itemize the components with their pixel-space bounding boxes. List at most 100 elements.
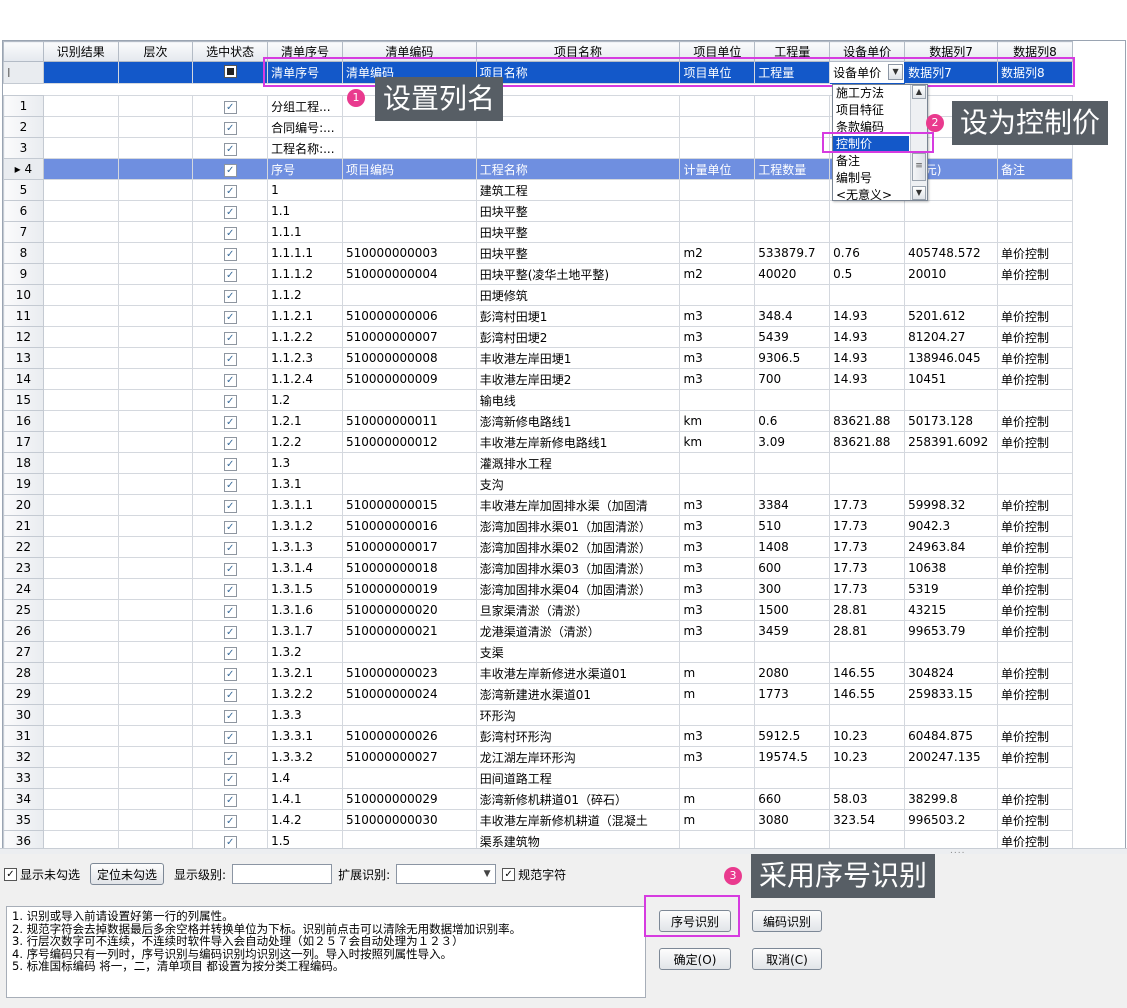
row-checkbox[interactable]: ✓ — [192, 809, 269, 831]
table-row[interactable]: 22 ✓ 1.3.1.3 510000000017 澎湾加固排水渠02（加固清淤） m3 1… — [3, 536, 1125, 558]
cell-col8[interactable]: 单价控制 — [997, 746, 1073, 768]
cell-unit[interactable]: m3 — [679, 326, 756, 348]
cell-seq[interactable]: 1.3.3 — [267, 704, 344, 726]
checkmark-icon[interactable]: ✓ — [223, 772, 237, 786]
cell-code[interactable]: 510000000006 — [342, 305, 477, 327]
cell-col7[interactable] — [904, 473, 999, 495]
cell-qty[interactable]: 19574.5 — [754, 746, 831, 768]
row-checkbox[interactable]: ✓ — [192, 347, 269, 369]
cell-unit[interactable]: m3 — [679, 494, 756, 516]
cell-unit[interactable]: m3 — [679, 620, 756, 642]
row-number[interactable]: 32 — [3, 746, 44, 768]
cell-col7[interactable]: 5201.612 — [904, 305, 999, 327]
cell-qty[interactable]: 533879.7 — [754, 242, 831, 264]
row-number[interactable]: 16 — [3, 410, 44, 432]
dropdown-option[interactable]: <无意义> — [833, 187, 909, 204]
col-header[interactable]: 清单序号 — [267, 41, 344, 62]
row-checkbox[interactable]: ✓ — [192, 95, 269, 117]
cell-seq[interactable]: 1.1.1.1 — [267, 242, 344, 264]
cell-level[interactable] — [117, 767, 194, 789]
row-number[interactable]: 6 — [3, 200, 44, 222]
row-number[interactable]: 33 — [3, 767, 44, 789]
row-number[interactable]: 34 — [3, 788, 44, 810]
mapping-cell[interactable]: 数据列8 — [997, 61, 1073, 84]
cell-col8[interactable] — [997, 473, 1073, 495]
cell-qty[interactable]: 1408 — [754, 536, 831, 558]
table-row[interactable]: 17 ✓ 1.2.2 510000000012 丰收港左岸新修电路线1 km 3.09 836… — [3, 431, 1125, 453]
table-row[interactable]: 19 ✓ 1.3.1 支沟 — [3, 473, 1125, 495]
cell-col7[interactable]: 259833.15 — [904, 683, 999, 705]
checkmark-icon[interactable]: ✓ — [223, 436, 237, 450]
cell-seq[interactable]: 1.1.2 — [267, 284, 344, 306]
cell-name[interactable]: 澎湾新建进水渠道01 — [475, 683, 681, 705]
cell-price[interactable]: 28.81 — [829, 620, 906, 642]
cell-qty[interactable] — [754, 473, 831, 495]
row-checkbox[interactable]: ✓ — [192, 788, 269, 810]
dropdown-option[interactable]: 施工方法 — [833, 85, 909, 102]
cell-code[interactable]: 510000000024 — [342, 683, 477, 705]
cell-col8[interactable]: 单价控制 — [997, 326, 1073, 348]
row-checkbox[interactable]: ✓ — [192, 284, 269, 306]
cell-level[interactable] — [117, 389, 194, 411]
cell-seq[interactable]: 1.1.2.3 — [267, 347, 344, 369]
cell-level[interactable] — [117, 452, 194, 474]
cell-price[interactable]: 10.23 — [829, 746, 906, 768]
cell-name[interactable]: 彭湾村田埂1 — [475, 305, 681, 327]
cell-result[interactable] — [42, 263, 119, 285]
cell-result[interactable] — [42, 767, 119, 789]
cell-col8[interactable]: 单价控制 — [997, 431, 1073, 453]
cell-name[interactable] — [475, 137, 681, 159]
cell-name[interactable]: 建筑工程 — [475, 179, 681, 201]
cell-code[interactable]: 510000000018 — [342, 557, 477, 579]
cell-col8[interactable] — [997, 179, 1073, 201]
cell-result[interactable] — [42, 368, 119, 390]
cell-result[interactable] — [42, 452, 119, 474]
row-checkbox[interactable]: ✓ — [192, 242, 269, 264]
cell-col8[interactable] — [997, 284, 1073, 306]
checkmark-icon[interactable]: ✓ — [223, 268, 237, 282]
row-number[interactable]: 9 — [3, 263, 44, 285]
cell-col8[interactable] — [997, 641, 1073, 663]
checkmark-icon[interactable]: ✓ — [223, 205, 237, 219]
cell-level[interactable] — [117, 431, 194, 453]
cell-code[interactable] — [342, 473, 477, 495]
cell-unit[interactable]: m3 — [679, 725, 756, 747]
table-row[interactable]: 12 ✓ 1.1.2.2 510000000007 彭湾村田埂2 m3 5439 14.93 8… — [3, 326, 1125, 348]
cell-name[interactable]: 环形沟 — [475, 704, 681, 726]
cell-unit[interactable]: m2 — [679, 242, 756, 264]
cell-seq[interactable]: 1.3.1 — [267, 473, 344, 495]
cell-unit[interactable]: m3 — [679, 578, 756, 600]
row-number[interactable]: 21 — [3, 515, 44, 537]
cell-col8[interactable] — [997, 221, 1073, 243]
cell-level[interactable] — [117, 494, 194, 516]
cell-seq[interactable]: 合同编号:... — [267, 116, 344, 138]
cell-col8[interactable]: 单价控制 — [997, 557, 1073, 579]
cell-price[interactable]: 83621.88 — [829, 431, 906, 453]
cell-code[interactable]: 510000000003 — [342, 242, 477, 264]
cell-seq[interactable]: 1.1.2.4 — [267, 368, 344, 390]
cell-qty[interactable]: 40020 — [754, 263, 831, 285]
cell-qty[interactable] — [754, 389, 831, 411]
checkmark-icon[interactable]: ✓ — [223, 730, 237, 744]
checkmark-icon[interactable]: ✓ — [223, 184, 237, 198]
table-row[interactable]: 21 ✓ 1.3.1.2 510000000016 澎湾加固排水渠01（加固清淤） m3 5… — [3, 515, 1125, 537]
cell-seq[interactable]: 1 — [267, 179, 344, 201]
cell-name[interactable]: 支渠 — [475, 641, 681, 663]
row-number[interactable]: 11 — [3, 305, 44, 327]
cell-unit[interactable]: km — [679, 410, 756, 432]
row-number[interactable]: 13 — [3, 347, 44, 369]
row-checkbox[interactable]: ✓ — [192, 326, 269, 348]
cell-name[interactable]: 澎湾新修电路线1 — [475, 410, 681, 432]
cell-code[interactable] — [342, 221, 477, 243]
checkmark-icon[interactable]: ✓ — [223, 541, 237, 555]
cell-col7[interactable]: 258391.6092 — [904, 431, 999, 453]
row-checkbox[interactable]: ✓ — [192, 137, 269, 159]
locate-unchecked-button[interactable]: 定位未勾选 — [90, 863, 165, 885]
cell-qty[interactable] — [754, 704, 831, 726]
cell-code[interactable] — [342, 767, 477, 789]
cell-price[interactable]: 58.03 — [829, 788, 906, 810]
row-number[interactable]: 23 — [3, 557, 44, 579]
row-number[interactable]: 29 — [3, 683, 44, 705]
cell-code[interactable]: 510000000009 — [342, 368, 477, 390]
cell-price[interactable]: 17.73 — [829, 578, 906, 600]
